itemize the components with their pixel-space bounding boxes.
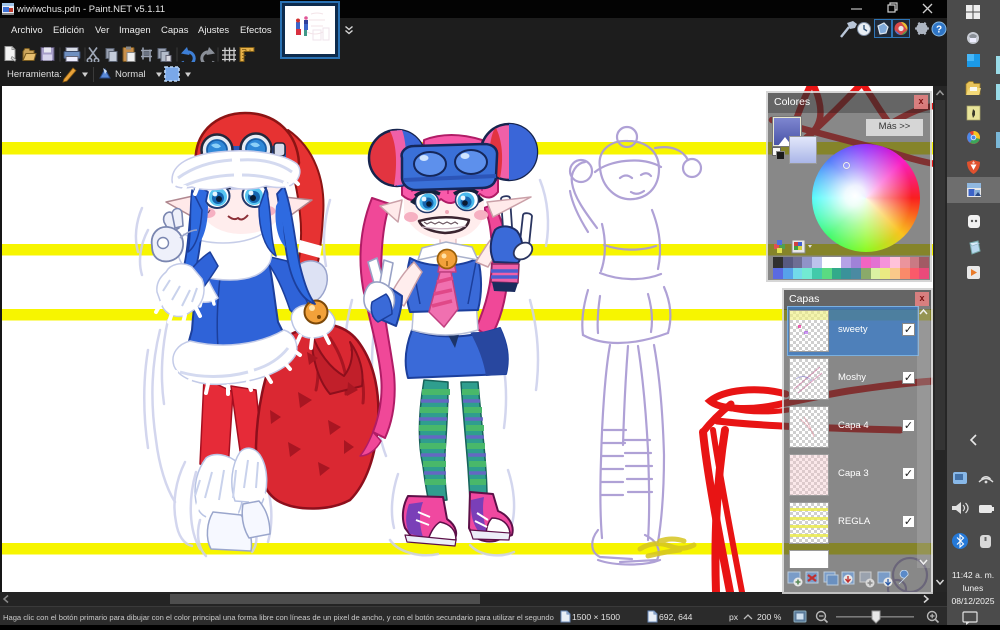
svg-text:lunes: lunes [963,583,984,593]
svg-text:?: ? [936,25,942,36]
svg-text:08/12/2025: 08/12/2025 [951,596,994,606]
svg-text:11:42 a. m.: 11:42 a. m. [952,570,994,580]
